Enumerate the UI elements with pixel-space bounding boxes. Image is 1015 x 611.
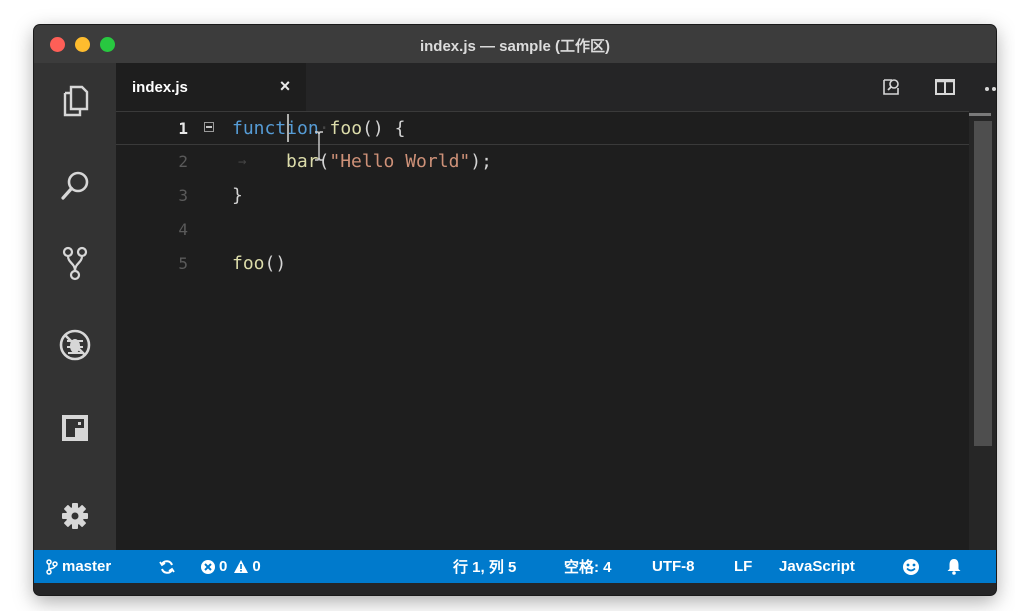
code-token-string: "Hello World" [329,151,471,172]
source-control-icon [62,246,88,281]
activity-source-control[interactable] [34,233,116,293]
sync-button[interactable] [159,550,175,583]
window-bottom-edge [34,583,996,595]
cursor-position-label: 行 1, 列 5 [453,559,517,576]
cursor-position[interactable]: 行 1, 列 5 [453,550,516,583]
tab-label: index.js [132,79,188,96]
eol-setting[interactable]: LF [734,550,752,583]
code-token-keyword: function [232,118,319,139]
warning-count: 0 [252,558,261,575]
language-mode[interactable]: JavaScript [779,550,855,583]
editor-tab-bar: index.js × [116,63,996,111]
language-label: JavaScript [779,558,855,575]
tab-close-button[interactable]: × [274,76,296,97]
line-number: 1 [178,119,188,138]
activity-extensions[interactable] [34,398,116,458]
notifications-button[interactable] [946,550,962,583]
code-line[interactable]: 5 foo() [116,247,969,281]
whitespace-tab-icon: → [238,154,247,170]
activity-bar [34,63,116,550]
more-actions-button[interactable] [984,81,996,99]
open-preview-button[interactable] [882,77,902,102]
code-line[interactable]: 1 function·foo() { [116,111,969,145]
indentation-label: 空格: 4 [564,559,612,576]
tab-index-js[interactable]: index.js × [116,63,306,111]
encoding-setting[interactable]: UTF-8 [652,550,695,583]
status-bar: master 0 0 行 1, 列 5 空格: 4 UTF-8 LF JavaS… [34,550,996,583]
line-number: 2 [178,152,188,171]
bell-icon [947,559,961,575]
line-number: 5 [178,254,188,273]
smiley-icon [903,558,919,575]
editor-window: index.js — sample (工作区) index.js × 1 fun… [34,25,996,595]
code-token-punctuation: () { [362,118,406,139]
feedback-button[interactable] [902,550,920,583]
git-branch-icon [46,558,58,575]
line-number: 4 [178,220,188,239]
code-editor[interactable]: 1 function·foo() { 2 → bar("Hello World"… [116,111,996,550]
split-editor-button[interactable] [934,77,956,102]
fold-toggle-icon[interactable] [204,122,214,132]
code-line[interactable]: 4 [116,213,969,247]
code-token-function: foo [232,253,265,274]
search-icon [61,171,89,200]
scrollbar-thumb[interactable] [974,121,992,446]
activity-explorer[interactable] [34,71,116,131]
error-icon [201,559,215,574]
editor-scrollbar[interactable] [969,111,996,550]
more-actions-icon [985,87,996,91]
code-token-punctuation: () [264,253,287,274]
sync-icon [159,559,175,574]
activity-debug[interactable] [34,315,116,375]
code-line[interactable]: 3 } [116,179,969,213]
branch-name: master [62,558,112,575]
settings-gear-icon [62,503,88,529]
problems-indicator[interactable]: 0 0 [200,550,261,583]
split-editor-icon [935,79,955,95]
encoding-label: UTF-8 [652,558,695,575]
extensions-icon [62,415,88,441]
code-token-punctuation: } [232,185,243,206]
mouse-ibeam-cursor-icon [315,131,323,161]
code-token-function: foo [329,118,363,139]
line-number: 3 [178,186,188,205]
explorer-icon [63,85,89,117]
eol-label: LF [734,558,753,575]
indentation-setting[interactable]: 空格: 4 [564,550,612,583]
open-preview-icon [883,79,899,95]
activity-search[interactable] [34,156,116,216]
branch-indicator[interactable]: master [46,550,111,583]
activity-settings[interactable] [34,486,116,546]
title-bar: index.js — sample (工作区) [34,25,996,63]
warning-icon [234,560,249,573]
scroll-cursor-marker [969,113,991,116]
text-cursor [287,114,289,142]
code-line[interactable]: 2 → bar("Hello World"); [116,131,969,179]
error-count: 0 [219,558,228,575]
window-title: index.js — sample (工作区) [419,38,611,55]
code-token-punctuation: ); [470,151,492,172]
debug-icon [59,329,91,361]
